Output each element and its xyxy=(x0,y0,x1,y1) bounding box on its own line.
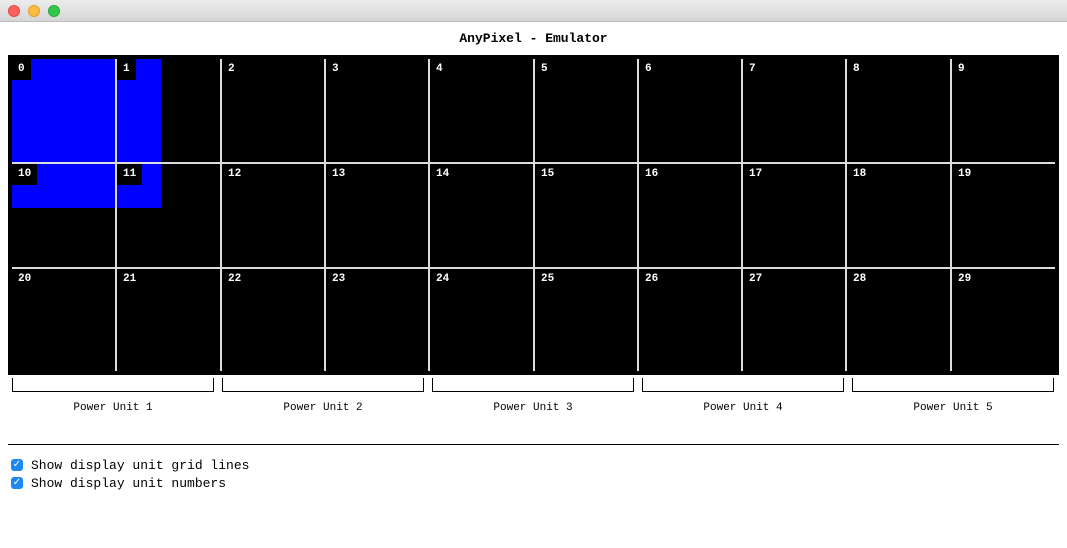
display-unit-number: 19 xyxy=(952,164,978,185)
display-unit-number: 8 xyxy=(847,59,866,80)
checkmark-icon: ✓ xyxy=(12,477,22,488)
pixel-display[interactable]: 0 1 2 3 4 5 6 7 8 9 10 11 12 13 14 15 16 17 18 19 20 21 22 23 24… xyxy=(8,55,1059,375)
display-unit-number: 17 xyxy=(743,164,769,185)
grid-lines-checkbox[interactable]: ✓ xyxy=(11,459,23,471)
display-unit-number: 1 xyxy=(117,59,136,80)
grid-lines-label[interactable]: Show display unit grid lines xyxy=(31,458,249,473)
display-unit-number: 12 xyxy=(222,164,248,185)
grid-line-vertical xyxy=(428,59,430,371)
grid-line-vertical xyxy=(533,59,535,371)
power-unit-label: Power Unit 1 xyxy=(73,402,153,414)
minimize-window-button[interactable] xyxy=(28,5,40,17)
display-unit-number: 5 xyxy=(535,59,554,80)
power-unit-bracket xyxy=(432,378,634,392)
grid-line-horizontal xyxy=(12,267,1055,269)
power-unit-bracket xyxy=(852,378,1054,392)
display-unit-number: 23 xyxy=(326,269,352,290)
display-unit-number: 15 xyxy=(535,164,561,185)
display-unit-number: 24 xyxy=(430,269,456,290)
grid-line-vertical xyxy=(950,59,952,371)
power-unit-label: Power Unit 4 xyxy=(703,402,783,414)
display-unit-number: 18 xyxy=(847,164,873,185)
power-unit-label: Power Unit 2 xyxy=(283,402,363,414)
zoom-window-button[interactable] xyxy=(48,5,60,17)
display-unit-number: 25 xyxy=(535,269,561,290)
display-unit-number: 21 xyxy=(117,269,143,290)
unit-numbers-option[interactable]: ✓ Show display unit numbers xyxy=(11,475,226,491)
display-unit-number: 9 xyxy=(952,59,971,80)
unit-numbers-label[interactable]: Show display unit numbers xyxy=(31,476,226,491)
close-window-button[interactable] xyxy=(8,5,20,17)
divider xyxy=(8,444,1059,445)
display-unit-number: 6 xyxy=(639,59,658,80)
display-unit-number: 2 xyxy=(222,59,241,80)
grid-line-horizontal xyxy=(12,162,1055,164)
display-unit-number: 7 xyxy=(743,59,762,80)
display-unit-number: 10 xyxy=(12,164,38,185)
display-unit-number: 14 xyxy=(430,164,456,185)
grid-line-vertical xyxy=(220,59,222,371)
checkmark-icon: ✓ xyxy=(12,459,22,470)
window-titlebar xyxy=(0,0,1067,22)
display-unit-number: 22 xyxy=(222,269,248,290)
grid-line-vertical xyxy=(845,59,847,371)
power-unit-label: Power Unit 5 xyxy=(913,402,993,414)
page-title: AnyPixel - Emulator xyxy=(459,31,608,46)
display-unit-number: 16 xyxy=(639,164,665,185)
grid-line-vertical xyxy=(115,59,117,371)
grid-lines-option[interactable]: ✓ Show display unit grid lines xyxy=(11,457,249,473)
display-unit-number: 4 xyxy=(430,59,449,80)
display-unit-number: 20 xyxy=(12,269,38,290)
power-unit-bracket xyxy=(642,378,844,392)
display-unit-number: 28 xyxy=(847,269,873,290)
grid-line-vertical xyxy=(741,59,743,371)
display-unit-number: 29 xyxy=(952,269,978,290)
display-unit-number: 11 xyxy=(117,164,143,185)
display-unit-number: 0 xyxy=(12,59,31,80)
unit-numbers-checkbox[interactable]: ✓ xyxy=(11,477,23,489)
power-unit-bracket xyxy=(12,378,214,392)
power-unit-bracket xyxy=(222,378,424,392)
display-unit-number: 3 xyxy=(326,59,345,80)
lit-pixel-region xyxy=(12,59,161,208)
grid-line-vertical xyxy=(324,59,326,371)
display-unit-number: 13 xyxy=(326,164,352,185)
grid-line-vertical xyxy=(637,59,639,371)
power-unit-label: Power Unit 3 xyxy=(493,402,573,414)
display-unit-number: 26 xyxy=(639,269,665,290)
display-unit-number: 27 xyxy=(743,269,769,290)
